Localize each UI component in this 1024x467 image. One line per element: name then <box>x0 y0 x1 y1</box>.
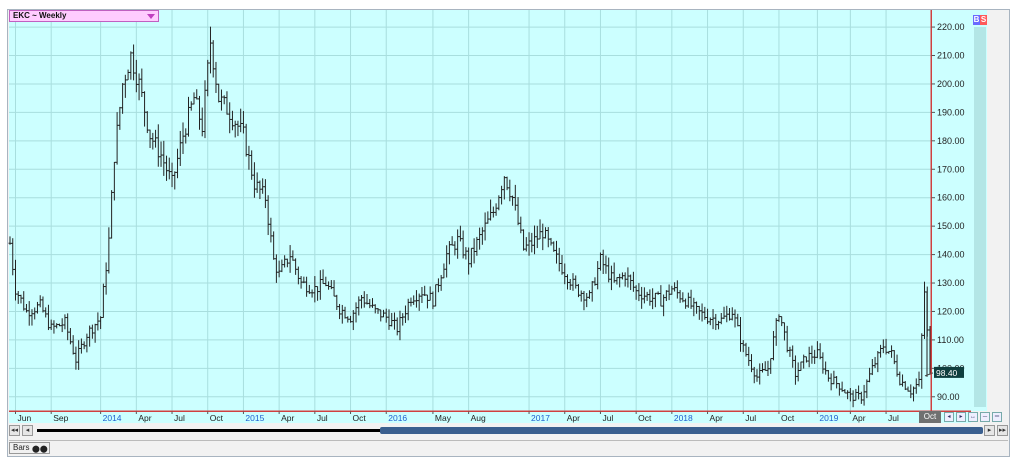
x-tick-label: Oct <box>353 413 367 423</box>
x-tick-label: Sep <box>53 413 68 423</box>
y-tick-label: 130.00 <box>937 278 965 288</box>
y-tick-label: 140.00 <box>937 250 965 260</box>
last-price-label: 98.40 <box>936 368 958 378</box>
y-tick-label: 180.00 <box>937 136 965 146</box>
bottom-toolbar: Bars ⬤⬤ <box>9 440 1008 454</box>
x-tick-label: Jul <box>745 413 756 423</box>
zoom-out-icon[interactable]: ◂ <box>944 412 954 422</box>
symbol-label: EKC ~ Weekly <box>13 11 67 20</box>
scroll-thumb[interactable] <box>380 427 983 434</box>
x-tick-label: May <box>435 413 452 423</box>
x-tick-label: Apr <box>852 413 865 423</box>
y-tick-label: 190.00 <box>937 107 965 117</box>
scroll-right-icon[interactable]: ▸ <box>984 425 995 436</box>
last-time-tick: Oct <box>919 411 941 423</box>
bars-style-icon: ⬤⬤ <box>32 446 48 453</box>
x-tick-label: Jul <box>317 413 328 423</box>
chart-canvas: 90.00100.00110.00120.00130.00140.00150.0… <box>8 10 971 423</box>
x-tick-label: 2016 <box>388 413 407 423</box>
x-tick-label: 2017 <box>531 413 550 423</box>
y-tick-label: 170.00 <box>937 164 965 174</box>
x-tick-label: Oct <box>210 413 224 423</box>
bars-style-button[interactable]: Bars ⬤⬤ <box>9 442 50 454</box>
y-tick-label: 200.00 <box>937 79 965 89</box>
y-tick-label: 90.00 <box>937 392 960 402</box>
x-tick-label: 2015 <box>245 413 264 423</box>
time-scroller: ◂◂ ◂ ▸ ▸▸ <box>9 425 1008 437</box>
zoom-in-icon[interactable]: ▸ <box>956 412 966 422</box>
x-tick-label: Jun <box>17 413 31 423</box>
scroll-start-icon[interactable]: ◂◂ <box>9 425 20 436</box>
bars-style-label: Bars <box>13 443 30 452</box>
x-tick-label: Jul <box>888 413 899 423</box>
x-tick-label: 2018 <box>674 413 693 423</box>
y-tick-label: 160.00 <box>937 193 965 203</box>
x-tick-label: Jul <box>602 413 613 423</box>
x-tick-label: Apr <box>710 413 723 423</box>
x-tick-label: Jul <box>174 413 185 423</box>
y-tick-label: 220.00 <box>937 22 965 32</box>
expand-icon[interactable]: ═ <box>992 412 1002 422</box>
last-price-pointer <box>924 372 934 377</box>
x-tick-label: Oct <box>781 413 795 423</box>
x-tick-label: Apr <box>138 413 151 423</box>
symbol-selector[interactable]: EKC ~ Weekly <box>9 10 159 22</box>
dropdown-caret-icon[interactable] <box>147 14 155 19</box>
compress-icon[interactable]: ─ <box>980 412 990 422</box>
x-tick-label: 2014 <box>103 413 122 423</box>
axis-tools: ◂ ▸ ↔ ─ ═ <box>944 412 1002 422</box>
y-tick-label: 120.00 <box>937 306 965 316</box>
y-tick-label: 210.00 <box>937 51 965 61</box>
x-tick-label: Apr <box>567 413 580 423</box>
y-tick-label: 150.00 <box>937 221 965 231</box>
fit-icon[interactable]: ↔ <box>968 412 978 422</box>
y-tick-label: 110.00 <box>937 335 964 345</box>
scroll-left-icon[interactable]: ◂ <box>22 425 33 436</box>
x-tick-label: Aug <box>471 413 486 423</box>
x-tick-label: Oct <box>638 413 652 423</box>
x-tick-label: Apr <box>281 413 294 423</box>
scroll-end-icon[interactable]: ▸▸ <box>997 425 1008 436</box>
x-tick-label: 2019 <box>819 413 838 423</box>
